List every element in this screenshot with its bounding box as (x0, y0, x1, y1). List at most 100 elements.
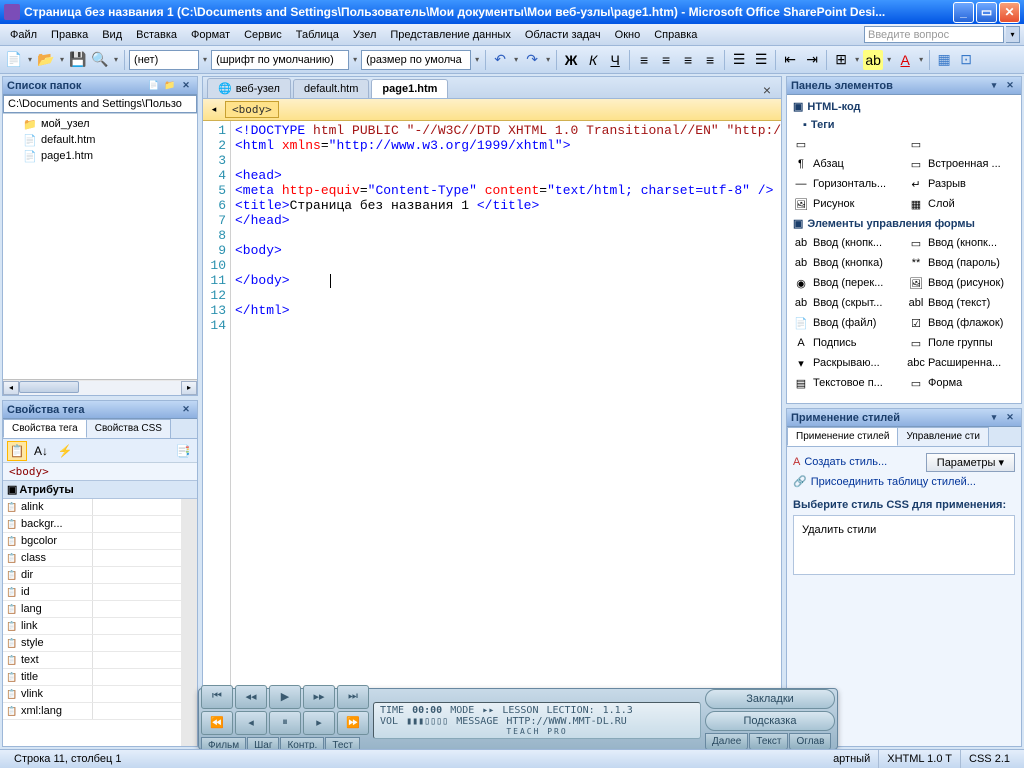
attr-name[interactable]: vlink (3, 686, 93, 702)
mp-tab-next[interactable]: Далее (705, 733, 748, 750)
attr-value[interactable] (93, 686, 181, 702)
mp-last[interactable]: ⏩ (337, 711, 369, 735)
size-combo[interactable]: (размер по умолча (361, 50, 471, 70)
attr-name[interactable]: id (3, 584, 93, 600)
toolbox-item[interactable]: ▭Поле группы (904, 333, 1019, 353)
menu-dataview[interactable]: Представление данных (384, 27, 516, 43)
mp-tab-toc[interactable]: Оглав (789, 733, 831, 750)
toolbox-section-form[interactable]: ▣ Элементы управления формы (789, 214, 1019, 233)
new-icon[interactable]: 📄 (4, 50, 24, 70)
styles-close-icon[interactable]: ✕ (1003, 411, 1017, 425)
align-left-icon[interactable]: ≡ (634, 50, 654, 70)
attr-name[interactable]: lang (3, 601, 93, 617)
attr-name[interactable]: title (3, 669, 93, 685)
folder-panel-close-icon[interactable]: ✕ (179, 79, 193, 93)
redo-icon[interactable]: ↷ (522, 50, 542, 70)
attr-name[interactable]: link (3, 618, 93, 634)
toolbox-item[interactable]: 🖼Рисунок (789, 194, 904, 214)
toolbox-item[interactable]: ▦Слой (904, 194, 1019, 214)
folder-path[interactable]: C:\Documents and Settings\Пользо (3, 95, 197, 113)
borders-icon[interactable]: ⊞ (831, 50, 851, 70)
attr-name[interactable]: bgcolor (3, 533, 93, 549)
tree-item[interactable]: 📁мой_узел (5, 116, 195, 132)
new-dropdown[interactable]: ▾ (26, 55, 34, 64)
menu-site[interactable]: Узел (347, 27, 382, 43)
menu-help[interactable]: Справка (648, 27, 703, 43)
preview-icon[interactable]: 🔍 (90, 50, 110, 70)
menu-insert[interactable]: Вставка (130, 27, 183, 43)
mp-next-chapter[interactable]: ⏭ (337, 685, 369, 709)
close-button[interactable]: ✕ (999, 2, 1020, 23)
tree-item[interactable]: 📄default.htm (5, 132, 195, 148)
menu-format[interactable]: Формат (185, 27, 236, 43)
toolbox-item[interactable]: **Ввод (пароль) (904, 253, 1019, 273)
mp-play[interactable]: ▶ (269, 685, 301, 709)
file-tab-default[interactable]: default.htm (293, 79, 369, 98)
props-events-icon[interactable]: ⚡ (55, 441, 75, 461)
menu-tools[interactable]: Сервис (238, 27, 288, 43)
toolbox-item[interactable]: ▭Ввод (кнопк... (904, 233, 1019, 253)
code-editor[interactable]: 1234567891011121314 <!DOCTYPE html PUBLI… (203, 121, 781, 746)
folder-panel-newfolder-icon[interactable]: 📁 (163, 79, 177, 93)
toolbox-close-icon[interactable]: ✕ (1003, 79, 1017, 93)
tab-apply-styles[interactable]: Применение стилей (787, 427, 898, 446)
toolbox-item[interactable]: ablВвод (текст) (904, 293, 1019, 313)
attr-value[interactable] (93, 499, 181, 515)
toolbox-item[interactable]: ▭Встроенная ... (904, 154, 1019, 174)
tag-props-close-icon[interactable]: ✕ (179, 403, 193, 417)
attr-value[interactable] (93, 669, 181, 685)
attr-value[interactable] (93, 550, 181, 566)
outdent-icon[interactable]: ⇤ (780, 50, 800, 70)
attr-value[interactable] (93, 601, 181, 617)
folder-panel-new-icon[interactable]: 📄 (147, 79, 161, 93)
styles-params-button[interactable]: Параметры ▾ (926, 453, 1015, 472)
code-text[interactable]: <!DOCTYPE html PUBLIC "-//W3C//DTD XHTML… (231, 121, 781, 746)
mp-first[interactable]: ⏪ (201, 711, 233, 735)
attrs-vscroll[interactable] (181, 499, 197, 746)
attr-value[interactable] (93, 516, 181, 532)
mp-hint-button[interactable]: Подсказка (705, 711, 835, 731)
attr-name[interactable]: class (3, 550, 93, 566)
menu-taskpanes[interactable]: Области задач (519, 27, 607, 43)
highlight-icon[interactable]: ab (863, 50, 883, 70)
attr-value[interactable] (93, 635, 181, 651)
help-search-input[interactable]: Введите вопрос (864, 26, 1004, 43)
preview-dropdown[interactable]: ▾ (112, 55, 120, 64)
toolbox-item[interactable]: ▤Текстовое п... (789, 373, 904, 393)
font-combo[interactable]: (шрифт по умолчанию) (211, 50, 349, 70)
mp-prev-chapter[interactable]: ⏮ (201, 685, 233, 709)
attr-value[interactable] (93, 533, 181, 549)
toolbox-item[interactable]: ↵Разрыв (904, 174, 1019, 194)
mp-bookmarks-button[interactable]: Закладки (705, 689, 835, 709)
toolbox-item[interactable]: ▭Форма (904, 373, 1019, 393)
mp-tab-text[interactable]: Текст (749, 733, 788, 750)
tab-manage-styles[interactable]: Управление сти (897, 427, 989, 446)
attr-name[interactable]: style (3, 635, 93, 651)
mp-pause[interactable]: ⏸ (269, 711, 301, 735)
toolbox-item[interactable]: abВвод (скрыт... (789, 293, 904, 313)
table-icon[interactable]: ▦ (934, 50, 954, 70)
open-icon[interactable]: 📂 (36, 50, 56, 70)
mp-step-back[interactable]: ◂ (235, 711, 267, 735)
toolbox-item[interactable]: ▭ (789, 134, 904, 154)
breadcrumb-tag[interactable]: <body> (225, 101, 279, 118)
toolbox-menu-icon[interactable]: ▾ (987, 79, 1001, 93)
maximize-button[interactable]: ▭ (976, 2, 997, 23)
attr-value[interactable] (93, 703, 181, 719)
mp-forward[interactable]: ▸▸ (303, 685, 335, 709)
attr-value[interactable] (93, 567, 181, 583)
menu-file[interactable]: Файл (4, 27, 43, 43)
toolbox-item[interactable]: ▾Раскрываю... (789, 353, 904, 373)
underline-icon[interactable]: Ч (605, 50, 625, 70)
mp-rewind[interactable]: ◂◂ (235, 685, 267, 709)
italic-icon[interactable]: К (583, 50, 603, 70)
file-tab-close-icon[interactable]: × (757, 82, 777, 98)
file-tab-page1[interactable]: page1.htm (371, 79, 448, 98)
align-right-icon[interactable]: ≡ (678, 50, 698, 70)
toolbox-item[interactable]: 📄Ввод (файл) (789, 313, 904, 333)
breadcrumb-back-icon[interactable]: ◂ (207, 103, 221, 117)
tab-tag-props[interactable]: Свойства тега (3, 419, 87, 438)
bold-icon[interactable]: Ж (561, 50, 581, 70)
mp-step-fwd[interactable]: ▸ (303, 711, 335, 735)
toolbox-item[interactable]: 🖼Ввод (рисунок) (904, 273, 1019, 293)
